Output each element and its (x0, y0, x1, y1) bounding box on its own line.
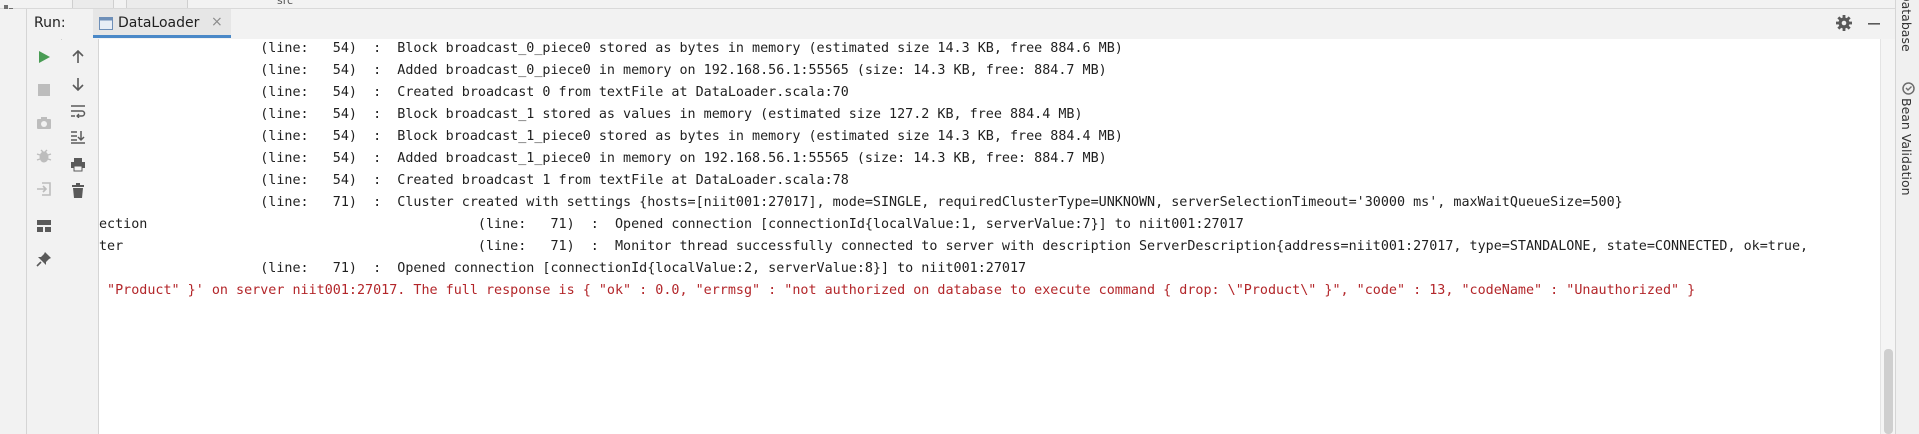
console-line: (line: 54) : Added broadcast_1_piece0 in… (99, 151, 1107, 166)
arrow-down-icon (72, 78, 84, 91)
camera-icon (37, 117, 51, 129)
console-line: (line: 54) : Created broadcast 1 from te… (99, 173, 849, 188)
scroll-to-end-button[interactable] (67, 126, 89, 148)
run-panel-header: Run: DataLoader × (0, 9, 1895, 40)
console-line: ection (line: 71) : Opened connection [c… (99, 217, 1244, 232)
left-tool-strip (0, 9, 27, 434)
layout-button[interactable] (33, 215, 55, 237)
down-stack-trace-button[interactable] (67, 73, 89, 95)
right-tool-sidebar: Database Bean Validation (1895, 0, 1919, 434)
play-icon (39, 51, 50, 63)
scrollbar-thumb[interactable] (1884, 349, 1893, 434)
bean-icon (1902, 82, 1915, 95)
console-line: (line: 54) : Block broadcast_0_piece0 st… (99, 41, 1123, 56)
trash-icon (72, 183, 84, 198)
console-scrollbar[interactable] (1880, 39, 1896, 434)
layout-icon (37, 220, 51, 232)
bean-validation-tool-tab[interactable]: Bean Validation (1899, 98, 1914, 196)
console-line: (line: 71) : Cluster created with settin… (99, 195, 1623, 210)
run-toolbar-primary (27, 39, 61, 434)
close-icon[interactable]: × (211, 14, 223, 30)
console-output[interactable]: (line: 54) : Block broadcast_0_piece0 st… (99, 39, 1880, 434)
console-line: (line: 54) : Block broadcast_1_piece0 st… (99, 129, 1123, 144)
active-tab-indicator (93, 35, 231, 38)
editor-tab-fragment[interactable] (72, 0, 114, 8)
clear-all-button[interactable] (67, 180, 89, 202)
restore-layout-button[interactable] (33, 178, 55, 200)
editor-tab-fragment[interactable]: src (126, 0, 293, 8)
rerun-button[interactable] (33, 46, 55, 68)
editor-tab-fragment-label: src (277, 0, 294, 7)
console-line: (line: 54) : Created broadcast 0 from te… (99, 85, 849, 100)
console-line: (line: 54) : Block broadcast_1 stored as… (99, 107, 1083, 122)
scroll-to-end-icon (71, 131, 85, 144)
stop-icon (38, 84, 50, 96)
console-line: (line: 71) : Opened connection [connecti… (99, 261, 1027, 276)
run-toolbar-secondary (62, 39, 99, 434)
soft-wrap-icon (71, 105, 86, 118)
console-config-icon (99, 17, 113, 30)
print-icon (71, 157, 85, 171)
console-line: ter (line: 71) : Monitor thread successf… (99, 239, 1809, 254)
pin-tab-button[interactable] (33, 248, 55, 270)
console-line: (line: 54) : Added broadcast_0_piece0 in… (99, 63, 1107, 78)
editor-tabs-strip: src (0, 0, 1895, 9)
login-icon (37, 182, 51, 196)
pin-icon (36, 252, 51, 267)
console-error-line: "Product" }' on server niit001:27017. Th… (99, 283, 1696, 298)
run-label: Run: (34, 15, 66, 31)
print-button[interactable] (67, 153, 89, 175)
gear-icon[interactable] (1835, 14, 1853, 32)
stop-button[interactable] (33, 79, 55, 101)
run-tab-dataloader[interactable]: DataLoader × (93, 9, 231, 38)
up-stack-trace-button[interactable] (67, 46, 89, 68)
run-tab-label: DataLoader (118, 15, 200, 31)
debug-button[interactable] (33, 145, 55, 167)
database-tool-tab[interactable]: Database (1899, 0, 1914, 52)
dump-threads-button[interactable] (33, 112, 55, 134)
bug-icon (36, 149, 52, 163)
arrow-up-icon (72, 50, 84, 63)
minimize-icon[interactable] (1866, 15, 1882, 31)
soft-wrap-button[interactable] (67, 100, 89, 122)
